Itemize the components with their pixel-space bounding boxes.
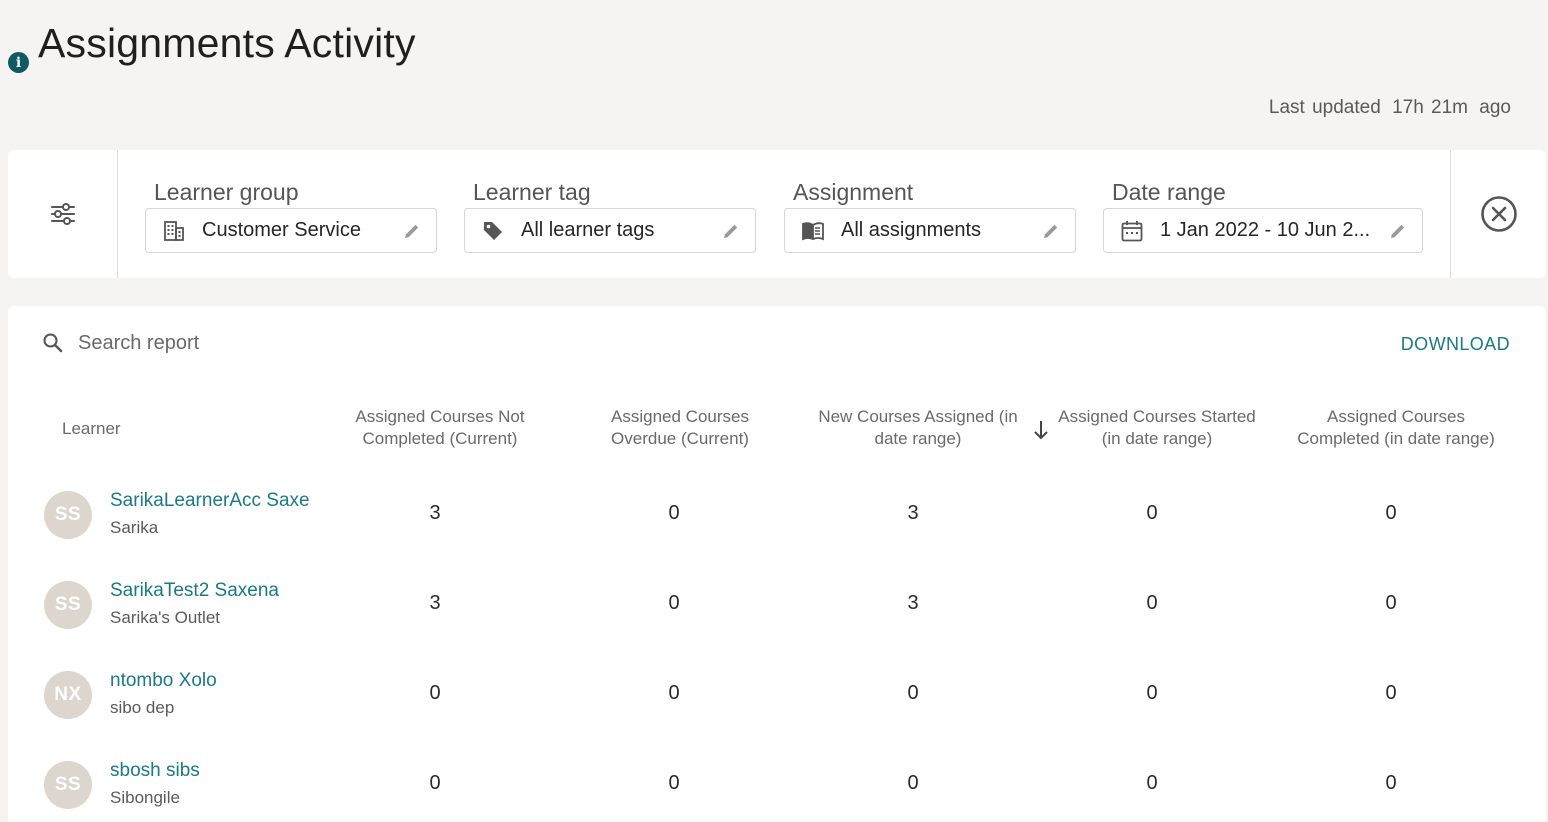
- filter-learner-group: Learner group Customer Service: [145, 178, 437, 253]
- search-input[interactable]: [78, 328, 478, 358]
- tag-icon: [484, 221, 502, 240]
- building-icon: [164, 220, 184, 241]
- cell-completed: 0: [1385, 772, 1397, 794]
- learner-subtitle: Sarika's Outlet: [110, 608, 221, 627]
- last-updated-label: Last updated: [1268, 97, 1381, 118]
- table-row: SS sbosh sibs Sibongile 0 0 0 0 0: [8, 746, 1546, 822]
- cell-overdue: 0: [668, 772, 680, 794]
- info-icon[interactable]: i: [8, 52, 29, 73]
- pencil-icon[interactable]: [1041, 221, 1061, 241]
- cell-new-assigned: 3: [907, 592, 919, 614]
- column-header-new-assigned[interactable]: New Courses Assigned (in date range): [810, 406, 1026, 450]
- learner-name-link[interactable]: SarikaLearnerAcc Saxe: [110, 490, 310, 512]
- avatar: SS: [44, 491, 92, 539]
- cell-started: 0: [1146, 592, 1158, 614]
- avatar: SS: [44, 761, 92, 809]
- close-circle-icon: [1480, 196, 1517, 232]
- learner-name-link[interactable]: ntombo Xolo: [110, 670, 217, 692]
- learner-name-link[interactable]: SarikaTest2 Saxena: [110, 580, 279, 602]
- cell-started: 0: [1146, 772, 1158, 794]
- learner-subtitle: sibo dep: [110, 698, 175, 717]
- filter-value: 1 Jan 2022 - 10 Jun 2...: [1160, 219, 1371, 241]
- learner-subtitle: Sarika: [110, 518, 159, 537]
- date-range-select[interactable]: 1 Jan 2022 - 10 Jun 2...: [1103, 208, 1423, 253]
- filter-label: Learner tag: [473, 179, 591, 205]
- report-panel: DOWNLOAD Learner Assigned Courses Not Co…: [8, 306, 1546, 822]
- cell-completed: 0: [1385, 682, 1397, 704]
- last-updated: Last updated 17h 21m ago: [1265, 97, 1511, 119]
- column-header-started[interactable]: Assigned Courses Started (in date range): [1052, 406, 1262, 450]
- pencil-icon[interactable]: [721, 221, 741, 241]
- arrow-down-icon[interactable]: [1032, 418, 1050, 442]
- pencil-icon[interactable]: [402, 221, 422, 241]
- column-header-completed[interactable]: Assigned Courses Completed (in date rang…: [1286, 406, 1506, 450]
- download-button[interactable]: DOWNLOAD: [1401, 334, 1510, 355]
- pencil-icon[interactable]: [1388, 221, 1408, 241]
- cell-not-completed: 0: [429, 772, 441, 794]
- filter-value: Customer Service: [202, 219, 361, 241]
- clear-filters-button[interactable]: [1450, 150, 1546, 278]
- assignment-select[interactable]: All assignments: [784, 208, 1076, 253]
- calendar-icon: [1121, 220, 1143, 241]
- filter-value: All learner tags: [521, 219, 655, 241]
- cell-started: 0: [1146, 682, 1158, 704]
- cell-new-assigned: 0: [907, 682, 919, 704]
- learner-subtitle: Sibongile: [110, 788, 180, 807]
- cell-completed: 0: [1385, 502, 1397, 524]
- page-title: Assignments Activity: [38, 20, 416, 66]
- filter-settings-button[interactable]: [8, 150, 118, 278]
- filter-value: All assignments: [841, 219, 982, 241]
- filter-learner-tag: Learner tag All learner tags: [464, 178, 756, 253]
- avatar: NX: [44, 671, 92, 719]
- cell-started: 0: [1146, 502, 1158, 524]
- learner-name-link[interactable]: sbosh sibs: [110, 760, 200, 782]
- cell-overdue: 0: [668, 682, 680, 704]
- sliders-icon: [50, 203, 75, 225]
- cell-new-assigned: 3: [907, 502, 919, 524]
- cell-not-completed: 0: [429, 682, 441, 704]
- book-icon: [802, 221, 824, 240]
- column-header-learner[interactable]: Learner: [62, 418, 121, 440]
- filter-label: Learner group: [154, 179, 299, 205]
- table-row: SS SarikaTest2 Saxena Sarika's Outlet 3 …: [8, 566, 1546, 656]
- filter-date-range: Date range 1 Jan 2022 - 10 Jun 2...: [1103, 178, 1423, 253]
- filter-label: Assignment: [793, 179, 914, 205]
- cell-overdue: 0: [668, 502, 680, 524]
- column-header-overdue[interactable]: Assigned Courses Overdue (Current): [580, 406, 780, 450]
- filter-label: Date range: [1112, 179, 1226, 205]
- table-row: SS SarikaLearnerAcc Saxe Sarika 3 0 3 0 …: [8, 476, 1546, 566]
- last-updated-suffix: ago: [1479, 97, 1511, 118]
- column-header-not-completed[interactable]: Assigned Courses Not Completed (Current): [340, 406, 540, 450]
- learner-tag-select[interactable]: All learner tags: [464, 208, 756, 253]
- last-updated-value: 17h 21m: [1392, 97, 1469, 118]
- avatar: SS: [44, 581, 92, 629]
- cell-new-assigned: 0: [907, 772, 919, 794]
- filter-assignment: Assignment All assignments: [784, 178, 1076, 253]
- cell-completed: 0: [1385, 592, 1397, 614]
- search-icon: [43, 333, 63, 353]
- cell-not-completed: 3: [429, 502, 441, 524]
- table-row: NX ntombo Xolo sibo dep 0 0 0 0 0: [8, 656, 1546, 746]
- filter-panel: Learner group Customer Service Learner t…: [8, 150, 1546, 278]
- learner-group-select[interactable]: Customer Service: [145, 208, 437, 253]
- cell-not-completed: 3: [429, 592, 441, 614]
- cell-overdue: 0: [668, 592, 680, 614]
